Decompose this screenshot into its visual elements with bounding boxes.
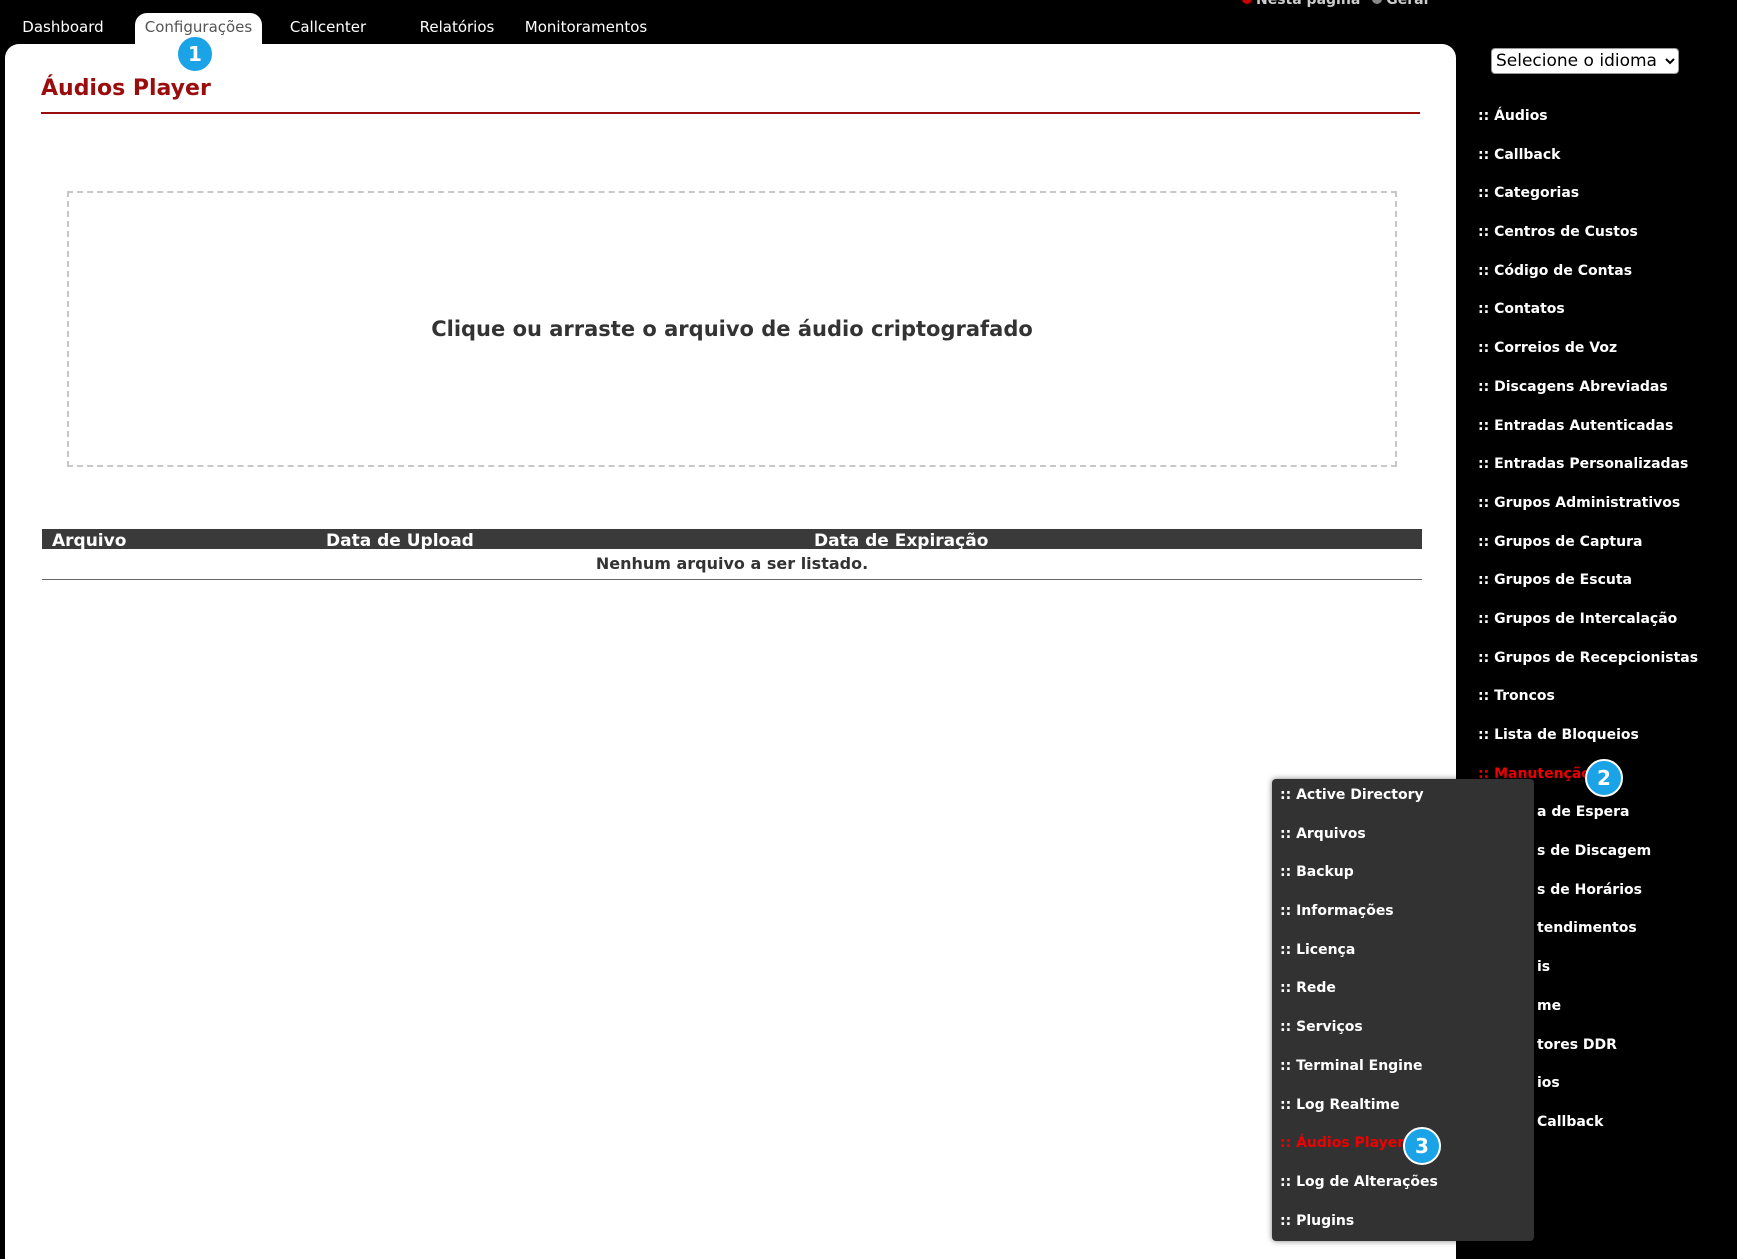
column-data-expiracao[interactable]: Data de Expiração <box>814 529 988 553</box>
link-geral[interactable]: Geral <box>1386 0 1428 8</box>
sidebar-item-correios-de-voz[interactable]: :: Correios de Voz <box>1478 338 1737 377</box>
main-panel: Áudios Player Clique ou arraste o arquiv… <box>5 44 1456 1259</box>
step-badge-2: 2 <box>1585 759 1623 797</box>
dropzone-text: Clique ou arraste o arquivo de áudio cri… <box>431 317 1033 341</box>
tab-callcenter[interactable]: Callcenter <box>283 13 373 46</box>
top-nav: Dashboard Configurações Callcenter Relat… <box>0 0 1460 46</box>
sidebar-item-contatos[interactable]: :: Contatos <box>1478 299 1737 338</box>
sidebar-item-codigo-de-contas[interactable]: :: Código de Contas <box>1478 261 1737 300</box>
sidebar-item-categorias[interactable]: :: Categorias <box>1478 183 1737 222</box>
sidebar-item-grupos-administrativos[interactable]: :: Grupos Administrativos <box>1478 493 1737 532</box>
sidebar-item-discagens-abreviadas[interactable]: :: Discagens Abreviadas <box>1478 377 1737 416</box>
table-header: Arquivo Data de Upload Data de Expiração <box>42 529 1422 551</box>
submenu-item-log-realtime[interactable]: :: Log Realtime <box>1272 1095 1534 1134</box>
sidebar-item-grupos-de-captura[interactable]: :: Grupos de Captura <box>1478 532 1737 571</box>
link-nesta-pagina[interactable]: Nesta página <box>1256 0 1360 8</box>
sidebar-item-audios[interactable]: :: Áudios <box>1478 106 1737 145</box>
submenu-item-informacoes[interactable]: :: Informações <box>1272 901 1534 940</box>
sidebar-item-lista-de-bloqueios[interactable]: :: Lista de Bloqueios <box>1478 725 1737 764</box>
sidebar-item-grupos-de-escuta[interactable]: :: Grupos de Escuta <box>1478 570 1737 609</box>
language-select[interactable]: Selecione o idioma <box>1491 48 1679 74</box>
submenu-item-servicos[interactable]: :: Serviços <box>1272 1017 1534 1056</box>
files-table: Arquivo Data de Upload Data de Expiração… <box>42 529 1422 580</box>
sidebar-item-centros-de-custos[interactable]: :: Centros de Custos <box>1478 222 1737 261</box>
submenu-item-rede[interactable]: :: Rede <box>1272 978 1534 1017</box>
manutencao-submenu: :: Active Directory :: Arquivos :: Backu… <box>1272 779 1534 1241</box>
sidebar-item-grupos-de-recepcionistas[interactable]: :: Grupos de Recepcionistas <box>1478 648 1737 687</box>
tab-dashboard[interactable]: Dashboard <box>18 13 108 46</box>
submenu-item-arquivos[interactable]: :: Arquivos <box>1272 824 1534 863</box>
column-data-upload[interactable]: Data de Upload <box>326 529 474 553</box>
help-icon <box>1242 0 1252 4</box>
step-badge-1: 1 <box>176 35 214 73</box>
audio-dropzone[interactable]: Clique ou arraste o arquivo de áudio cri… <box>67 191 1397 467</box>
column-arquivo[interactable]: Arquivo <box>52 529 126 553</box>
sidebar-item-callback[interactable]: :: Callback <box>1478 145 1737 184</box>
submenu-item-plugins[interactable]: :: Plugins <box>1272 1211 1534 1250</box>
sidebar-item-troncos[interactable]: :: Troncos <box>1478 686 1737 725</box>
sidebar-item-grupos-de-intercalacao[interactable]: :: Grupos de Intercalação <box>1478 609 1737 648</box>
tab-monitoramentos[interactable]: Monitoramentos <box>523 13 649 46</box>
sidebar-item-entradas-personalizadas[interactable]: :: Entradas Personalizadas <box>1478 454 1737 493</box>
top-right-links: Nesta página Geral <box>1230 0 1428 8</box>
step-badge-3: 3 <box>1403 1127 1441 1165</box>
submenu-item-backup[interactable]: :: Backup <box>1272 862 1534 901</box>
submenu-item-log-de-alteracoes[interactable]: :: Log de Alterações <box>1272 1172 1534 1211</box>
submenu-item-active-directory[interactable]: :: Active Directory <box>1272 785 1534 824</box>
page: Dashboard Configurações Callcenter Relat… <box>0 0 1737 1259</box>
tab-relatorios[interactable]: Relatórios <box>412 13 502 46</box>
submenu-item-licenca[interactable]: :: Licença <box>1272 940 1534 979</box>
help-general-icon <box>1372 0 1383 4</box>
submenu-item-terminal-engine[interactable]: :: Terminal Engine <box>1272 1056 1534 1095</box>
title-divider <box>41 112 1420 114</box>
table-empty-message: Nenhum arquivo a ser listado. <box>42 549 1422 580</box>
sidebar-item-entradas-autenticadas[interactable]: :: Entradas Autenticadas <box>1478 416 1737 455</box>
page-title: Áudios Player <box>41 76 211 101</box>
